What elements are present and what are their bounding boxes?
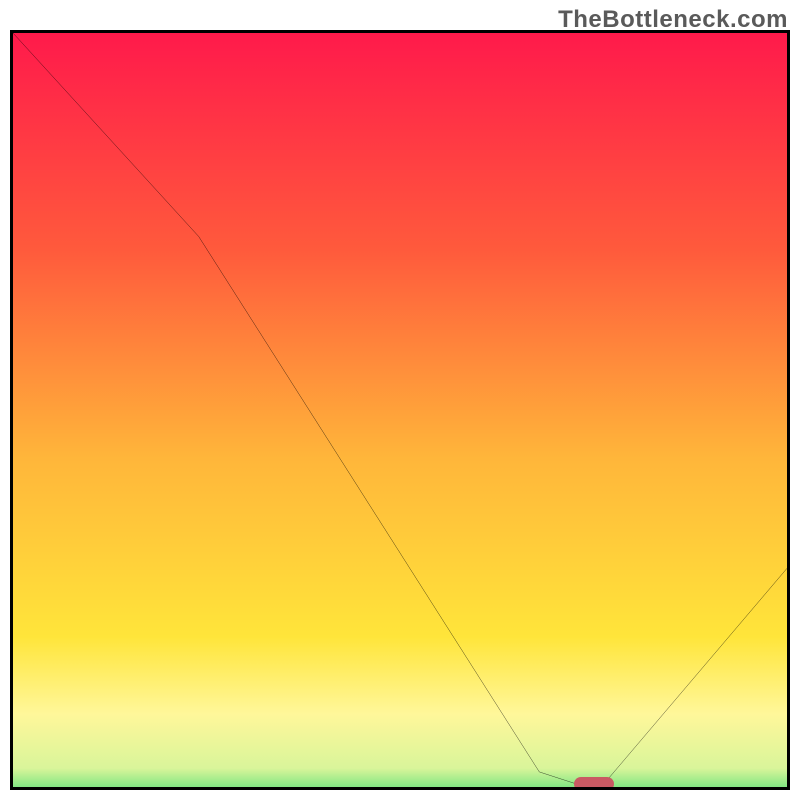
chart-container: TheBottleneck.com [0, 0, 800, 800]
plot-frame [10, 30, 790, 790]
bottleneck-curve [13, 33, 787, 787]
optimal-marker [574, 777, 614, 790]
